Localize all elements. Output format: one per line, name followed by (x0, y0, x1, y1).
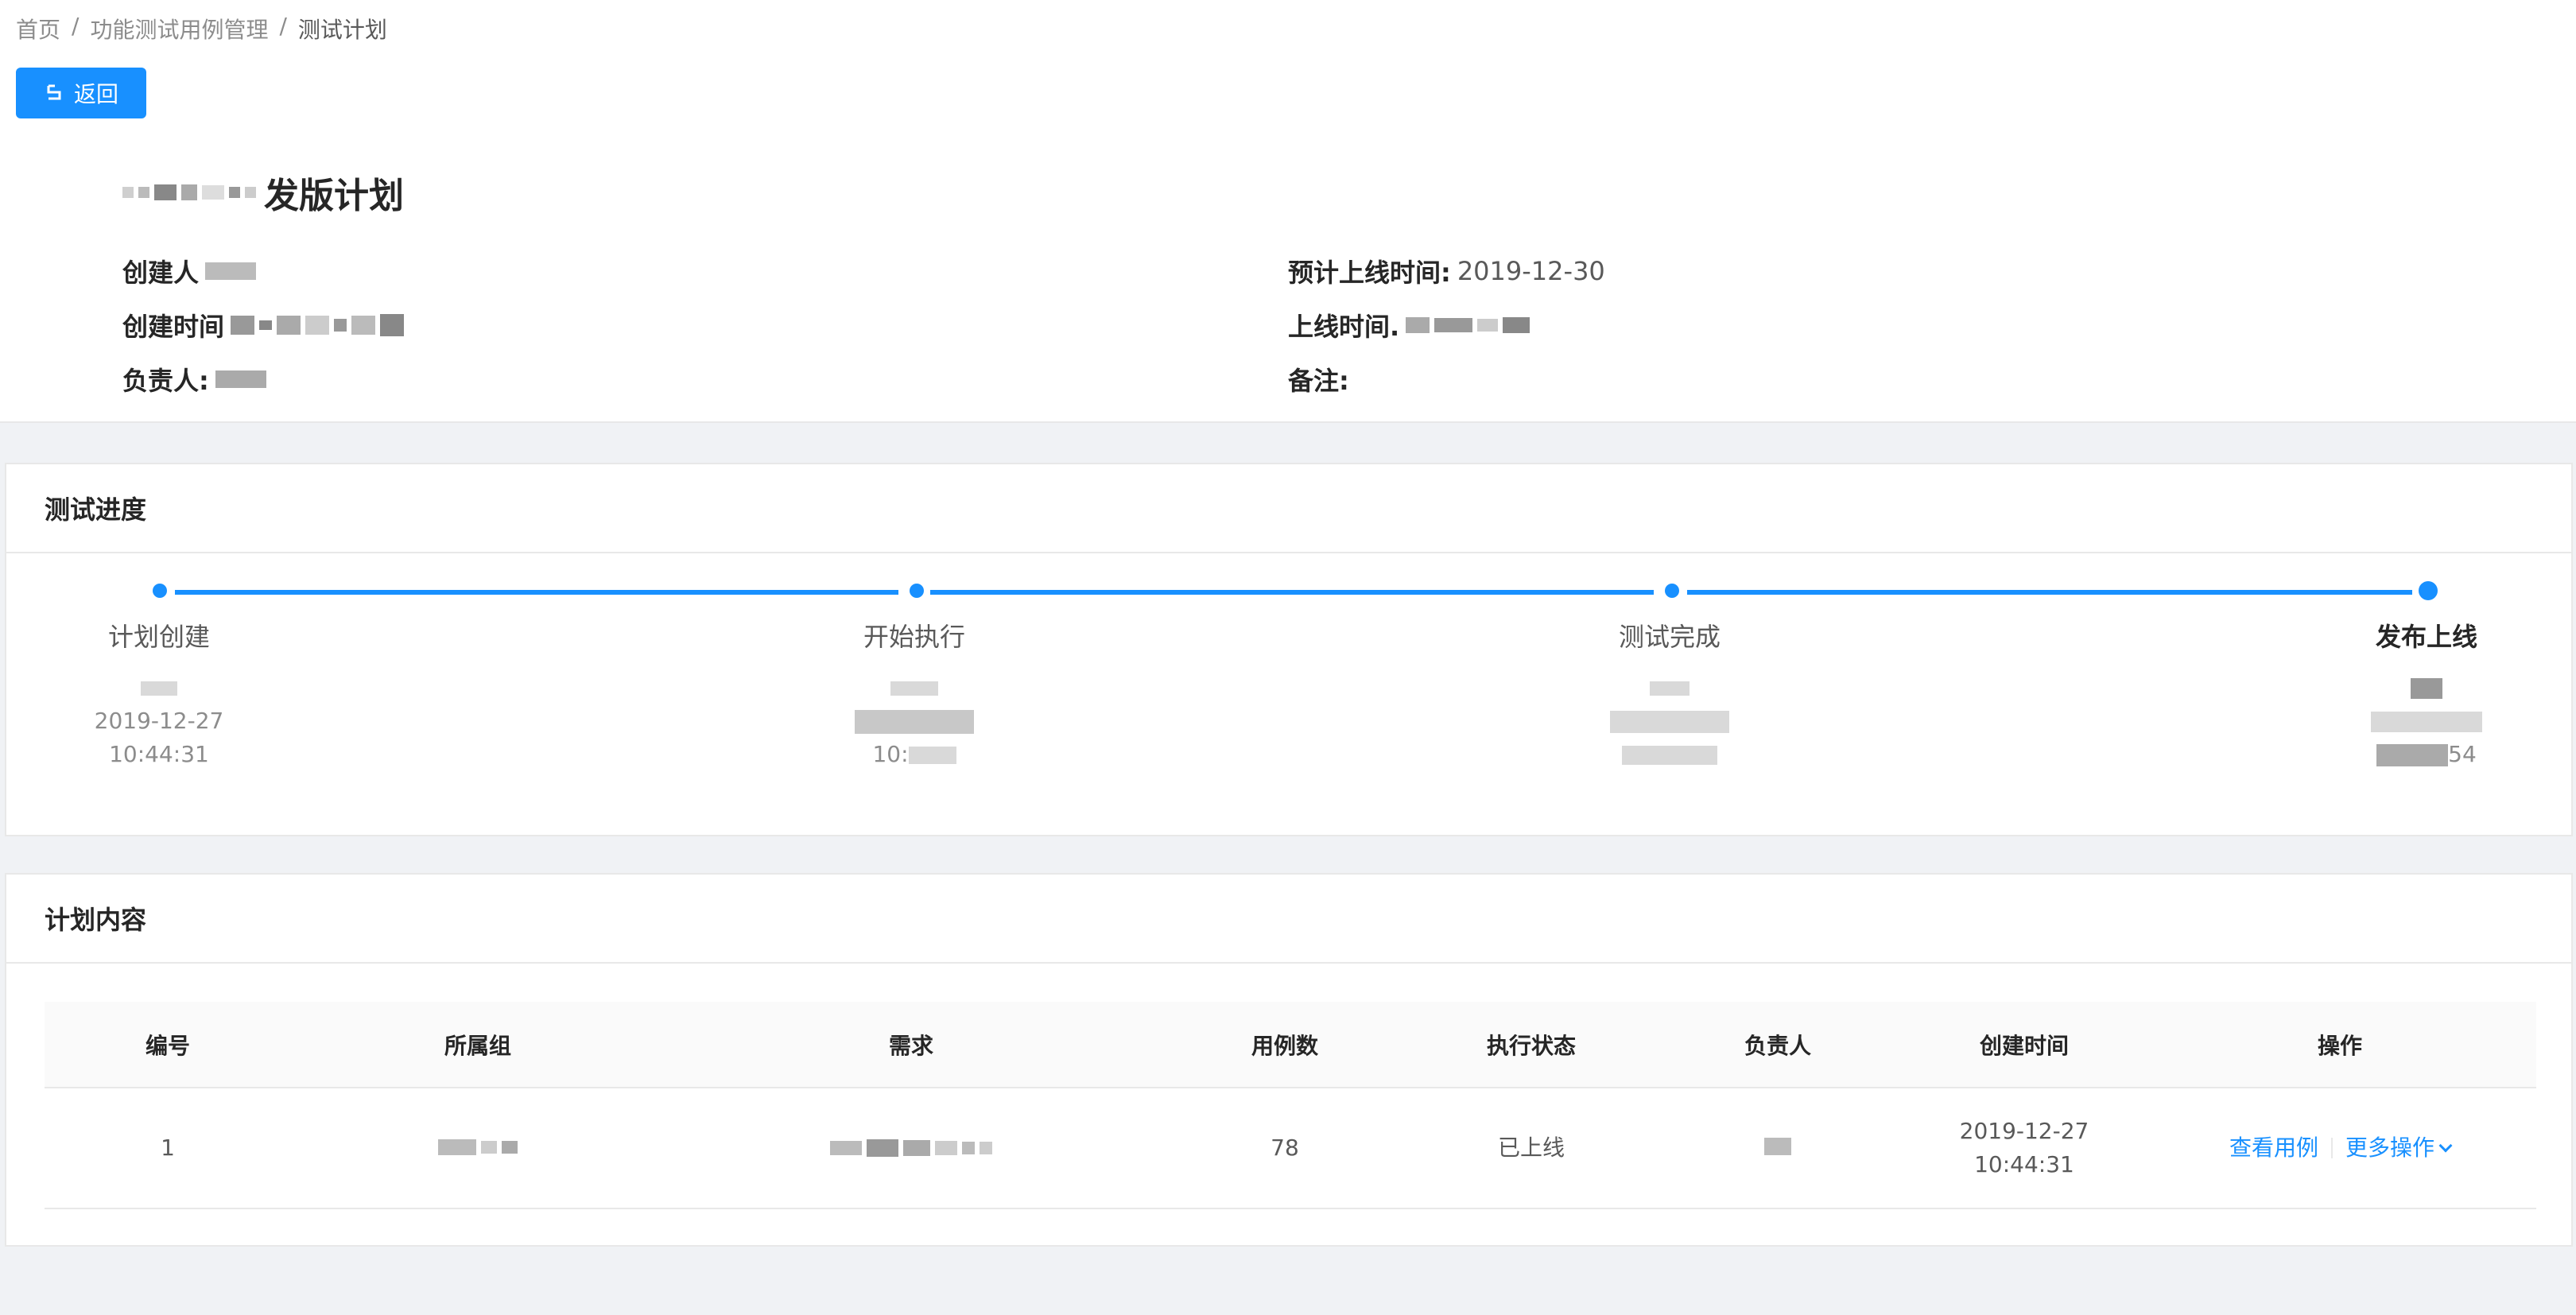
step-title: 计划创建 (107, 622, 210, 652)
cell-case-count: 78 (1158, 1088, 1412, 1209)
progress-steps: 计划创建 2019-12-27 10:44:31 开始执行 10: 测试完成 发… (6, 553, 2571, 836)
cell-actions: 查看用例 更多操作 (2143, 1088, 2536, 1209)
online-time-label: 上线时间. (1288, 312, 1400, 342)
step-dot (1665, 584, 1679, 598)
cell-status: 已上线 (1412, 1088, 1651, 1209)
test-progress-card: 测试进度 计划创建 2019-12-27 10:44:31 开始执行 10: 测… (5, 463, 2573, 836)
plan-header: 首页 / 功能测试用例管理 / 测试计划 返回 发版计划 创建人 创建时间 负责… (0, 0, 2576, 423)
step-title: 测试完成 (1618, 622, 1721, 652)
plan-title-text: 发版计划 (264, 176, 404, 216)
step-dot-current (2419, 581, 2438, 600)
redacted-value (1622, 746, 1717, 765)
step-connector (1687, 590, 2412, 595)
breadcrumb-separator: / (279, 13, 287, 39)
step-connector (930, 590, 1654, 595)
remark-label: 备注: (1288, 366, 1349, 396)
return-icon (47, 84, 61, 100)
step-time: 10:44:31 (109, 741, 209, 767)
step-title: 开始执行 (863, 622, 965, 652)
create-time-field: 创建时间 (122, 307, 405, 343)
step-released-online: 发布上线 54 (2307, 617, 2546, 771)
created-date: 2019-12-27 (1959, 1118, 2089, 1144)
redacted-value (215, 370, 266, 388)
create-time-label: 创建时间 (122, 312, 225, 342)
plan-content-card: 计划内容 编号 所属组 需求 用例数 执行状态 负责人 创建时间 操作 1 78… (5, 873, 2573, 1247)
step-execution-started: 开始执行 10: (795, 617, 1034, 771)
redacted-value (2411, 678, 2442, 699)
cell-created-time: 2019-12-27 10:44:31 (1905, 1088, 2143, 1209)
step-title: 发布上线 (2375, 622, 2477, 652)
owner-field: 负责人: (122, 361, 266, 398)
column-header-created-time: 创建时间 (1905, 1002, 2143, 1088)
created-time: 10:44:31 (1974, 1151, 2074, 1177)
plan-content-table: 编号 所属组 需求 用例数 执行状态 负责人 创建时间 操作 1 78 已上线 … (45, 1002, 2536, 1209)
cell-id: 1 (45, 1088, 291, 1209)
cell-group (291, 1088, 665, 1209)
step-date: 2019-12-27 (94, 708, 224, 734)
column-header-actions: 操作 (2143, 1002, 2536, 1088)
column-header-status: 执行状态 (1412, 1002, 1651, 1088)
column-header-case-count: 用例数 (1158, 1002, 1412, 1088)
action-divider (2331, 1138, 2333, 1158)
expected-online-value: 2019-12-30 (1457, 256, 1605, 286)
column-header-group: 所属组 (291, 1002, 665, 1088)
step-plan-created: 计划创建 2019-12-27 10:44:31 (40, 617, 278, 771)
breadcrumb: 首页 / 功能测试用例管理 / 测试计划 (16, 13, 387, 45)
breadcrumb-separator: / (72, 13, 80, 39)
cell-requirement (665, 1088, 1158, 1209)
column-header-id: 编号 (45, 1002, 291, 1088)
redacted-value (231, 314, 405, 336)
expected-online-label: 预计上线时间: (1288, 258, 1451, 288)
step-time: 10: (872, 741, 909, 767)
column-header-requirement: 需求 (665, 1002, 1158, 1088)
step-dot (153, 584, 167, 598)
redacted-value (1650, 681, 1690, 696)
remark-field: 备注: (1288, 361, 1349, 398)
plan-title: 发版计划 (122, 167, 404, 218)
table-header-row: 编号 所属组 需求 用例数 执行状态 负责人 创建时间 操作 (45, 1002, 2536, 1088)
table-row: 1 78 已上线 2019-12-27 10:44:31 查看用例 更多操作 (45, 1088, 2536, 1209)
redacted-value (205, 262, 257, 280)
creator-label: 创建人 (122, 258, 200, 288)
breadcrumb-case-management[interactable]: 功能测试用例管理 (90, 13, 268, 45)
redacted-value (1610, 711, 1729, 733)
expected-online-field: 预计上线时间: 2019-12-30 (1288, 253, 1605, 289)
redacted-value (438, 1139, 518, 1155)
redacted-value (890, 681, 938, 696)
redacted-text (122, 184, 256, 200)
back-button-label: 返回 (73, 81, 118, 107)
online-time-field: 上线时间. (1288, 307, 1530, 343)
redacted-value (141, 681, 177, 696)
more-actions-label: 更多操作 (2345, 1135, 2435, 1161)
column-header-owner: 负责人 (1651, 1002, 1905, 1088)
breadcrumb-current: 测试计划 (297, 17, 387, 43)
back-button[interactable]: 返回 (16, 68, 146, 118)
more-actions-dropdown[interactable]: 更多操作 (2345, 1131, 2453, 1165)
cell-owner (1651, 1088, 1905, 1209)
chevron-down-icon (2438, 1139, 2453, 1153)
redacted-value (830, 1139, 992, 1157)
breadcrumb-home[interactable]: 首页 (16, 13, 60, 45)
step-dot (910, 584, 924, 598)
view-cases-link[interactable]: 查看用例 (2229, 1131, 2318, 1165)
step-connector (175, 590, 898, 595)
step-testing-completed: 测试完成 (1550, 617, 1789, 771)
redacted-value (1764, 1138, 1791, 1155)
test-progress-title: 测试进度 (6, 464, 2571, 553)
plan-content-title: 计划内容 (6, 875, 2571, 964)
redacted-value (1406, 317, 1530, 333)
creator-field: 创建人 (122, 253, 257, 289)
redacted-value (2371, 712, 2482, 732)
redacted-value (855, 710, 974, 734)
step-time: 54 (2448, 741, 2477, 767)
owner-label: 负责人: (122, 366, 209, 396)
